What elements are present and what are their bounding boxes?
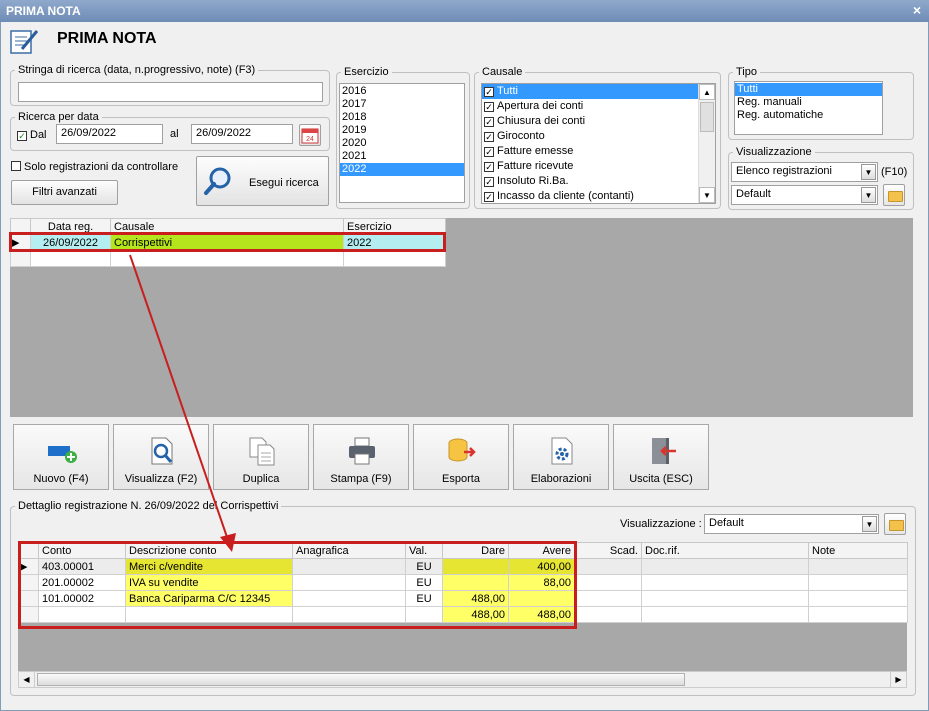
date-search-legend: Ricerca per data (18, 111, 99, 123)
causale-item-tutti[interactable]: ✓ Tutti (482, 84, 698, 99)
date-from-input[interactable]: 26/09/2022 (56, 124, 163, 144)
close-icon[interactable]: × (913, 2, 921, 18)
printer-icon (349, 437, 375, 465)
scroll-right-icon[interactable]: ▶ (890, 672, 906, 687)
list-item-selected[interactable]: 2022 (340, 163, 464, 176)
causale-list[interactable]: ✓ Tutti ✓ Apertura dei conti ✓ Chiusura dei… (481, 83, 716, 204)
esercizio-list[interactable]: 2016 2017 2018 2019 2020 2021 2022 (339, 83, 465, 203)
calendar-button[interactable]: 24 (299, 124, 321, 146)
tipo-item-selected[interactable]: Tutti (735, 83, 882, 96)
esegui-ricerca-label: Esegui ricerca (249, 177, 319, 189)
causale-legend: Causale (482, 66, 523, 78)
notepad-pen-icon (10, 30, 39, 54)
tipo-list[interactable]: Tutti Reg. manuali Reg. automatiche (734, 81, 883, 135)
tipo-item[interactable]: Reg. manuali (735, 96, 882, 109)
magnifier-icon (204, 167, 231, 195)
empty-row (10, 250, 446, 267)
svg-text:24: 24 (306, 136, 314, 143)
al-label: al (170, 128, 179, 140)
scroll-down-icon[interactable]: ▼ (699, 187, 715, 203)
filtri-avanzati-button[interactable]: Filtri avanzati (11, 180, 118, 205)
scroll-thumb[interactable] (700, 102, 714, 132)
exit-door-icon (652, 438, 676, 464)
view-document-icon (151, 437, 173, 465)
scroll-thumb[interactable] (37, 673, 685, 686)
folder-icon[interactable] (883, 184, 905, 206)
scroll-up-icon[interactable]: ▲ (699, 84, 715, 100)
annotation-box (9, 232, 446, 252)
dal-label: Dal (30, 129, 47, 141)
solo-controllare-checkbox[interactable]: Solo registrazioni da controllare (11, 161, 178, 173)
duplica-button[interactable]: Duplica (213, 424, 309, 490)
detail-legend: Dettaglio registrazione N. 26/09/2022 de… (18, 500, 279, 512)
causale-item[interactable]: ✓ Fatture emesse (482, 144, 715, 159)
visualizzazione-legend: Visualizzazione (736, 146, 812, 158)
causale-item[interactable]: ✓ Fatture ricevute (482, 159, 715, 174)
annotation-box (18, 541, 577, 629)
tipo-item[interactable]: Reg. automatiche (735, 109, 882, 122)
folder-icon[interactable] (884, 513, 906, 535)
column-header[interactable]: Scad. (574, 542, 642, 559)
list-item[interactable]: 2021 (340, 150, 464, 163)
esegui-ricerca-button[interactable]: Esegui ricerca (196, 156, 329, 206)
visualizzazione-combo[interactable]: Elenco registrazioni ▼ (731, 162, 878, 182)
stampa-label: Stampa (F9) (330, 473, 392, 485)
causale-item[interactable]: ✓ Giroconto (482, 129, 715, 144)
export-database-icon (448, 438, 476, 462)
copy-icon (249, 437, 275, 466)
add-record-icon (48, 446, 77, 463)
horizontal-scrollbar[interactable]: ◀ ▶ (18, 671, 907, 688)
causale-item[interactable]: ✓ Chiusura dei conti (482, 114, 715, 129)
list-item[interactable]: 2017 (340, 98, 464, 111)
esporta-label: Esporta (442, 473, 480, 485)
nuovo-label: Nuovo (F4) (33, 473, 89, 485)
causale-item[interactable]: ✓ Insoluto Ri.Ba. (482, 174, 715, 189)
date-to-input[interactable]: 26/09/2022 (191, 124, 293, 144)
list-item[interactable]: 2020 (340, 137, 464, 150)
duplica-label: Duplica (242, 473, 280, 485)
solo-controllare-label: Solo registrazioni da controllare (24, 161, 179, 173)
column-header[interactable]: Doc.rif. (641, 542, 809, 559)
list-item[interactable]: 2018 (340, 111, 464, 124)
dal-checkbox[interactable]: ✓ Dal (17, 129, 47, 141)
scroll-left-icon[interactable]: ◀ (19, 672, 35, 687)
list-item[interactable]: 2016 (340, 85, 464, 98)
detail-view-combo[interactable]: Default ▼ (704, 514, 879, 534)
dal-check-icon: ✓ (17, 131, 27, 141)
esporta-button[interactable]: Esporta (413, 424, 509, 490)
detail-view-value: Default (709, 517, 744, 529)
visualizza-button[interactable]: Visualizza (F2) (113, 424, 209, 490)
elaborazioni-label: Elaborazioni (530, 473, 592, 485)
detail-view-label: Visualizzazione : (620, 518, 702, 530)
list-item[interactable]: 2019 (340, 124, 464, 137)
stampa-button[interactable]: Stampa (F9) (313, 424, 409, 490)
causale-scrollbar[interactable]: ▲ ▼ (698, 84, 715, 203)
column-header[interactable]: Note (808, 542, 908, 559)
page-title: PRIMA NOTA (57, 30, 157, 47)
elaborazioni-button[interactable]: Elaborazioni (513, 424, 609, 490)
visualizzazione-combo-value: Elenco registrazioni (736, 165, 832, 177)
uscita-label: Uscita (ESC) (629, 473, 693, 485)
chevron-down-icon[interactable]: ▼ (861, 164, 876, 180)
window-titlebar: PRIMA NOTA × (0, 0, 929, 22)
layout-combo[interactable]: Default ▼ (731, 185, 878, 205)
window-title: PRIMA NOTA (6, 4, 81, 18)
esercizio-legend: Esercizio (344, 66, 389, 78)
visualizza-label: Visualizza (F2) (124, 473, 198, 485)
document-gears-icon (551, 437, 573, 465)
chevron-down-icon[interactable]: ▼ (861, 187, 876, 203)
causale-item[interactable]: ✓ Apertura dei conti (482, 99, 715, 114)
nuovo-button[interactable]: Nuovo (F4) (13, 424, 109, 490)
uscita-button[interactable]: Uscita (ESC) (613, 424, 709, 490)
search-input[interactable] (18, 82, 323, 102)
tipo-legend: Tipo (736, 66, 757, 78)
chevron-down-icon[interactable]: ▼ (862, 516, 877, 532)
search-legend: Stringa di ricerca (data, n.progressivo,… (18, 64, 256, 76)
solo-check-box (11, 161, 21, 171)
causale-item[interactable]: ✓ Incasso da cliente (contanti) (482, 189, 715, 203)
shortcut-label: (F10) (881, 166, 908, 178)
calendar-icon: 24 (301, 128, 319, 144)
layout-combo-value: Default (736, 188, 771, 200)
